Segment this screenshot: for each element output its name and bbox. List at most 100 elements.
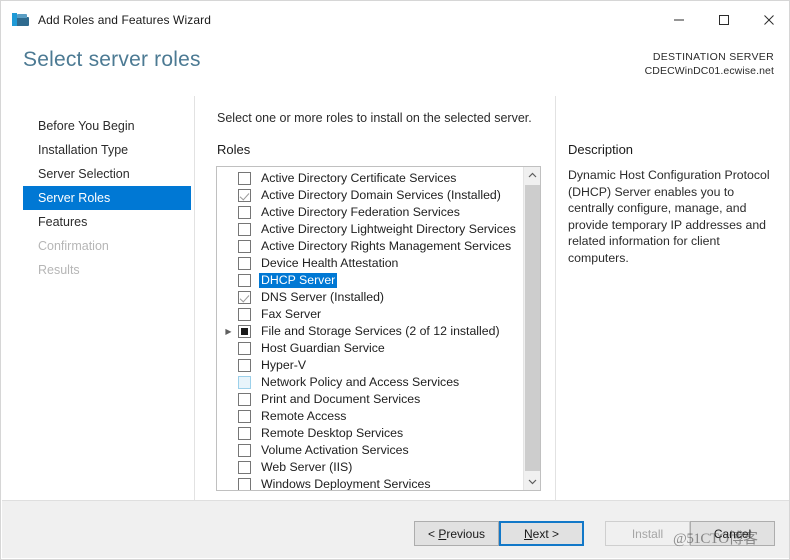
footer-bar: < Previous Next > Install Cancel (2, 500, 789, 558)
sidebar-item-label: Results (38, 263, 80, 277)
role-row[interactable]: ▶Remote Access (217, 408, 523, 425)
description-panel: Description Dynamic Host Configuration P… (555, 96, 789, 501)
role-label: Remote Access (261, 409, 347, 423)
role-row[interactable]: ▶Hyper-V (217, 357, 523, 374)
sidebar-item-label: Installation Type (38, 143, 129, 157)
previous-button-label: < Previous (427, 526, 486, 541)
roles-listbox[interactable]: ▶Active Directory Certificate Services▶A… (216, 166, 541, 491)
roles-section-label: Roles (217, 142, 251, 157)
role-checkbox[interactable] (238, 427, 251, 440)
role-row[interactable]: ▶DNS Server (Installed) (217, 289, 523, 306)
role-label: Host Guardian Service (261, 341, 385, 355)
role-row[interactable]: ▶Active Directory Federation Services (217, 204, 523, 221)
role-label: DNS Server (Installed) (261, 290, 385, 304)
role-row[interactable]: ▶Network Policy and Access Services (217, 374, 523, 391)
scroll-down-icon[interactable] (524, 473, 540, 490)
install-button: Install (605, 521, 690, 546)
role-checkbox[interactable] (238, 461, 251, 474)
role-checkbox[interactable] (238, 172, 251, 185)
sidebar-item-features[interactable]: Features (2, 210, 194, 234)
role-row[interactable]: ▶Active Directory Rights Management Serv… (217, 238, 523, 255)
role-row[interactable]: ▶Active Directory Certificate Services (217, 170, 523, 187)
destination-server-label: DESTINATION SERVER (652, 51, 774, 63)
role-checkbox[interactable] (238, 325, 251, 338)
description-body: Dynamic Host Configuration Protocol (DHC… (568, 168, 770, 265)
role-row[interactable]: ▶ File and Storage Services (2 of 12 inst… (217, 323, 523, 340)
sidebar-item-label: Server Selection (38, 167, 130, 181)
role-label: DHCP Server (259, 273, 338, 288)
role-row[interactable]: ▶Remote Desktop Services (217, 425, 523, 442)
window-controls (656, 1, 789, 38)
role-row[interactable]: ▶Fax Server (217, 306, 523, 323)
wizard-window: Add Roles and Features Wizard Select ser… (0, 0, 790, 560)
sidebar-item-label: Server Roles (38, 191, 111, 205)
role-checkbox[interactable] (238, 342, 251, 355)
sidebar-item-label: Confirmation (38, 239, 109, 253)
role-checkbox[interactable] (238, 478, 251, 490)
role-row[interactable]: ▶Active Directory Lightweight Directory … (217, 221, 523, 238)
page-header: Select server roles DESTINATION SERVER C… (2, 38, 789, 96)
previous-button[interactable]: < Previous (414, 521, 499, 546)
role-row[interactable]: ▶Host Guardian Service (217, 340, 523, 357)
destination-server-block: DESTINATION SERVER CDECWinDC01.ecwise.ne… (645, 50, 774, 78)
wizard-icon (12, 12, 30, 28)
role-label: Device Health Attestation (261, 256, 399, 270)
expand-triangle-icon[interactable]: ▶ (222, 327, 235, 336)
minimize-icon[interactable] (656, 1, 701, 38)
role-checkbox[interactable] (238, 291, 251, 304)
next-button-label: Next > (523, 526, 560, 541)
role-checkbox[interactable] (238, 240, 251, 253)
cancel-button[interactable]: Cancel (690, 521, 775, 546)
role-label: Hyper-V (261, 358, 307, 372)
role-checkbox[interactable] (238, 274, 251, 287)
roles-panel: Select one or more roles to install on t… (195, 96, 555, 501)
role-label: Remote Desktop Services (261, 426, 404, 440)
role-checkbox[interactable] (238, 376, 251, 389)
next-button[interactable]: Next > (499, 521, 584, 546)
role-checkbox[interactable] (238, 189, 251, 202)
role-label: Active Directory Domain Services (Instal… (261, 188, 501, 202)
role-label: Active Directory Lightweight Directory S… (261, 222, 516, 236)
role-row[interactable]: ▶Active Directory Domain Services (Insta… (217, 187, 523, 204)
role-label: Print and Document Services (261, 392, 421, 406)
maximize-icon[interactable] (701, 1, 746, 38)
sidebar-item-installation-type[interactable]: Installation Type (2, 138, 194, 162)
role-label: Network Policy and Access Services (261, 375, 460, 389)
role-label: Windows Deployment Services (261, 477, 431, 491)
role-row[interactable]: ▶Print and Document Services (217, 391, 523, 408)
role-label: Active Directory Rights Management Servi… (261, 239, 512, 253)
close-icon[interactable] (746, 1, 789, 38)
role-row[interactable]: ▶Web Server (IIS) (217, 459, 523, 476)
install-button-label: Install (631, 526, 664, 541)
scroll-up-icon[interactable] (524, 167, 540, 184)
role-label: Fax Server (261, 307, 322, 321)
sidebar-item-results: Results (2, 258, 194, 282)
role-label: Volume Activation Services (261, 443, 409, 457)
sidebar-item-label: Before You Begin (38, 119, 135, 133)
role-checkbox[interactable] (238, 257, 251, 270)
role-row[interactable]: ▶Device Health Attestation (217, 255, 523, 272)
role-label: Web Server (IIS) (261, 460, 353, 474)
role-label: File and Storage Services (2 of 12 insta… (261, 324, 500, 338)
role-row[interactable]: ▶Windows Deployment Services (217, 476, 523, 491)
role-checkbox[interactable] (238, 410, 251, 423)
role-checkbox[interactable] (238, 393, 251, 406)
cancel-button-label: Cancel (713, 526, 752, 541)
sidebar-item-server-roles[interactable]: Server Roles (23, 186, 191, 210)
role-checkbox[interactable] (238, 444, 251, 457)
roles-scrollbar[interactable] (523, 167, 540, 490)
scrollbar-thumb[interactable] (525, 185, 540, 471)
role-checkbox[interactable] (238, 359, 251, 372)
description-title: Description (568, 142, 634, 157)
role-checkbox[interactable] (238, 308, 251, 321)
sidebar-item-server-selection[interactable]: Server Selection (2, 162, 194, 186)
role-checkbox[interactable] (238, 206, 251, 219)
title-bar: Add Roles and Features Wizard (1, 1, 789, 38)
role-row[interactable]: ▶Volume Activation Services (217, 442, 523, 459)
roles-list: ▶Active Directory Certificate Services▶A… (217, 170, 523, 491)
sidebar-item-before-you-begin[interactable]: Before You Begin (2, 114, 194, 138)
sidebar-item-label: Features (38, 215, 88, 229)
role-checkbox[interactable] (238, 223, 251, 236)
role-label: Active Directory Certificate Services (261, 171, 457, 185)
role-row[interactable]: ▶DHCP Server (217, 272, 523, 289)
